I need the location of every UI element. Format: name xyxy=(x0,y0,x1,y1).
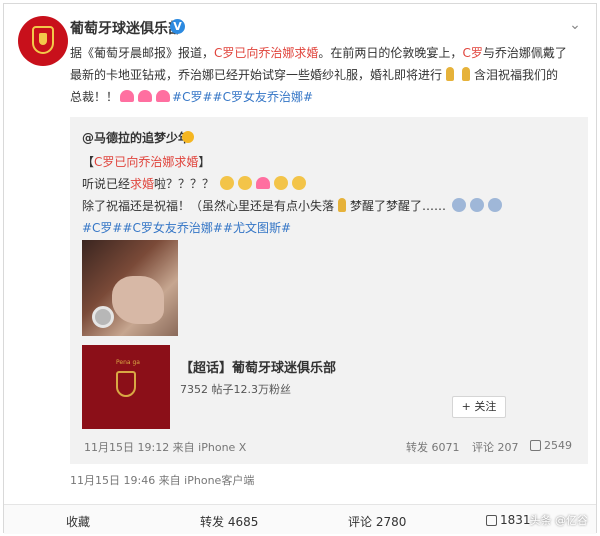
heart-icon xyxy=(120,90,135,102)
heart-icon xyxy=(138,90,153,102)
member-badge-icon xyxy=(182,131,194,143)
topic-link[interactable]: C罗 xyxy=(462,46,482,60)
repost-author[interactable]: @马德拉的追梦少年 xyxy=(82,129,190,146)
topic-link[interactable]: 求婚 xyxy=(174,155,198,169)
photo-watch xyxy=(92,306,114,328)
logo-text: Pena ga xyxy=(116,359,140,366)
follow-button[interactable]: + 关注 xyxy=(452,396,506,418)
repost-line: 除了祝福还是祝福！（虽然心里还是有点小失落 梦醒了梦醒了…… xyxy=(82,195,577,217)
topic-link[interactable]: 求婚 xyxy=(294,46,318,60)
heart-icon xyxy=(255,177,270,189)
repost-line: 听说已经求婚啦？？？？ xyxy=(82,173,577,195)
like-icon xyxy=(486,515,497,526)
topic-link[interactable]: C罗已向乔治娜 xyxy=(94,155,174,169)
repost-text-part: 啦？？？？ xyxy=(154,177,215,191)
bracket-text: 】 xyxy=(198,155,211,169)
repost-text: 【C罗已向乔治娜求婚】 听说已经求婚啦？？？？ 除了祝福还是祝福！（虽然心里还是… xyxy=(82,151,577,239)
action-bar: 收藏 转发 4685 评论 2780 1831 头条 @亿谷 xyxy=(4,504,596,534)
repost-like-button[interactable]: 2549 xyxy=(530,439,572,452)
candle-icon xyxy=(338,198,347,212)
post-text: 据《葡萄牙晨邮报》报道， xyxy=(70,46,215,60)
topic-link[interactable]: C罗已向乔治娜 xyxy=(214,46,294,60)
bracket-text: 【 xyxy=(82,155,95,169)
repost-line: 【C罗已向乔治娜求婚】 xyxy=(82,151,577,173)
repost-timestamp: 11月15日 19:12 来自 iPhone X xyxy=(84,441,247,454)
repost-text-part: 梦醒了梦醒了…… xyxy=(350,199,447,213)
avatar[interactable] xyxy=(18,16,68,66)
post-text: 。在前两日的伦敦晚宴上， xyxy=(318,46,463,60)
repost-box[interactable]: @马德拉的追梦少年 【C罗已向乔治娜求婚】 听说已经求婚啦？？？？ 除了祝福还是… xyxy=(70,117,588,464)
candle-icon xyxy=(462,67,471,81)
author-name[interactable]: 葡萄牙球迷俱乐部 xyxy=(70,18,182,38)
card-stats: 7352 帖子12.3万粉丝 xyxy=(180,383,291,396)
repost-forward-button[interactable]: 转发 6071 xyxy=(406,439,460,455)
like-count: 2549 xyxy=(544,439,572,452)
like-button[interactable]: 1831 xyxy=(486,513,531,527)
repost-text-part: 除了祝福还是祝福！（虽然心里还是有点小失落 xyxy=(82,199,335,213)
hashtag-link[interactable]: #C罗女友乔治娜# xyxy=(213,90,314,104)
candle-icon xyxy=(446,67,455,81)
weibo-post-card: 葡萄牙球迷俱乐部 V ⌄ 据《葡萄牙晨邮报》报道，C罗已向乔治娜求婚。在前两日的… xyxy=(3,3,597,534)
crying-emoji-icon xyxy=(219,176,234,190)
favorite-button[interactable]: 收藏 xyxy=(66,513,90,530)
post-body: 据《葡萄牙晨邮报》报道，C罗已向乔治娜求婚。在前两日的伦敦晚宴上，C罗与乔治娜佩… xyxy=(70,42,570,108)
photo-hand xyxy=(112,276,164,324)
topic-link[interactable]: 求婚 xyxy=(130,177,154,191)
hashtag-link[interactable]: #C罗##C罗女友乔治娜##尤文图斯# xyxy=(82,217,577,239)
like-count: 1831 xyxy=(500,513,531,527)
shocked-emoji-icon xyxy=(237,176,252,190)
heart-icon xyxy=(156,90,171,102)
attached-photo[interactable] xyxy=(82,240,178,336)
repost-footer: 11月15日 19:12 来自 iPhone X 转发 6071 评论 207 … xyxy=(84,439,576,455)
club-logo: Pena ga xyxy=(82,345,170,429)
comment-button[interactable]: 评论 2780 xyxy=(348,513,406,530)
tear-emoji-icon xyxy=(451,198,466,212)
watermark: 头条 @亿谷 xyxy=(529,514,589,527)
chevron-down-icon[interactable]: ⌄ xyxy=(568,18,582,32)
hashtag-link[interactable]: #C罗# xyxy=(172,90,213,104)
verified-icon: V xyxy=(170,19,185,34)
card-title: 【超话】葡萄牙球迷俱乐部 xyxy=(180,361,337,376)
crest-icon xyxy=(32,26,54,54)
smile-emoji-icon xyxy=(273,176,288,190)
like-icon xyxy=(530,440,541,451)
crest-icon xyxy=(116,371,136,397)
super-topic-card[interactable]: Pena ga 【超话】葡萄牙球迷俱乐部 7352 帖子12.3万粉丝 + 关注 xyxy=(82,345,510,429)
repost-text-part: 听说已经 xyxy=(82,177,131,191)
tear-emoji-icon xyxy=(487,198,502,212)
forward-button[interactable]: 转发 4685 xyxy=(200,513,258,530)
sad-emoji-icon xyxy=(291,176,306,190)
tear-emoji-icon xyxy=(469,198,484,212)
post-timestamp: 11月15日 19:46 来自 iPhone客户端 xyxy=(70,474,255,487)
repost-comment-button[interactable]: 评论 207 xyxy=(472,439,519,455)
